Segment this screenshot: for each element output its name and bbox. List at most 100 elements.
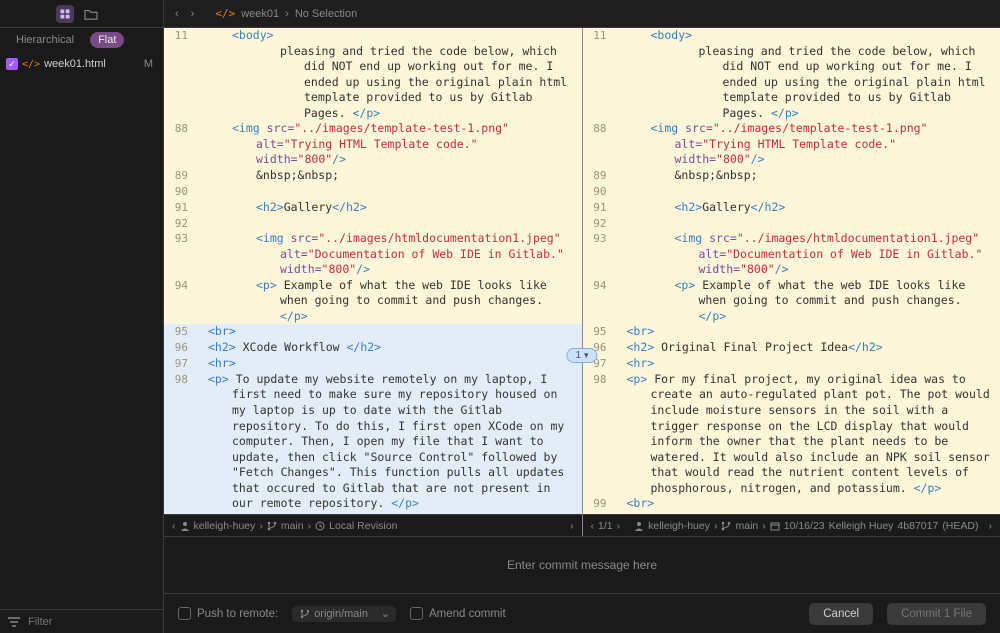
chevron-down-icon: ▾ [584,350,589,361]
code-line: 98<p> For my final project, my original … [583,372,1000,496]
code-left[interactable]: 11<body>pleasing and tried the code belo… [164,28,582,514]
branch-icon [267,521,277,531]
line-number: 89 [583,168,615,184]
push-to-remote-label: Push to remote: [197,608,278,620]
nav-next-icon[interactable]: › [570,520,574,532]
line-number: 96 [164,340,196,356]
line-number: 90 [583,184,615,200]
code-line: 91<h2>Gallery</h2> [164,200,582,216]
push-to-remote-checkbox[interactable]: Push to remote: [178,607,278,620]
nav-next-icon[interactable]: › [617,520,621,532]
code-line: 89&nbsp;&nbsp; [583,168,1000,184]
line-number [164,44,196,122]
code-line: 99<br> [583,496,1000,512]
code-line: 93<img src="../images/htmldocumentation1… [583,231,1000,278]
sidebar-toolbar [0,0,163,28]
filter-icon[interactable] [8,617,20,627]
file-checkbox[interactable]: ✓ [6,58,18,70]
person-icon [180,521,190,531]
code-line: 92 [583,216,1000,232]
footer-hash: 4b87017 [897,520,938,532]
code-right[interactable]: 11<body>pleasing and tried the code belo… [583,28,1000,514]
sidebar: Hierarchical Flat ✓ </> week01.html M [0,0,164,633]
nav-prev-icon[interactable]: ‹ [591,520,595,532]
code-line: 90 [583,184,1000,200]
tab-hierarchical[interactable]: Hierarchical [8,32,82,48]
footer-user: kelleigh-huey [194,520,256,532]
nav-forward-icon[interactable]: › [188,8,198,20]
commit-toolbar: Push to remote: origin/main ⌄ Amend comm… [164,593,1000,633]
code-line: 94<p> Example of what the web IDE looks … [164,278,582,325]
code-line: 98<p> To update my website remotely on m… [164,372,582,512]
line-number: 98 [583,372,615,496]
line-number: 89 [164,168,196,184]
remote-select[interactable]: origin/main ⌄ [292,606,396,622]
line-number: 92 [583,216,615,232]
code-line: 88<img src="../images/template-test-1.pn… [583,121,1000,168]
diff-view: 1▾ 11<body>pleasing and tried the code b… [164,28,1000,536]
folder-icon[interactable] [82,5,100,23]
footer-author: Kelleigh Huey [829,520,894,532]
html-file-icon: </> [22,59,40,70]
breadcrumb-file[interactable]: week01 [241,8,279,20]
line-number: 95 [164,324,196,340]
code-line: 88<img src="../images/template-test-1.pn… [164,121,582,168]
diff-hunk-badge[interactable]: 1▾ [566,348,597,363]
chevron-updown-icon: ⌄ [381,607,390,620]
line-number: 98 [164,372,196,512]
left-footer: ‹ kelleigh-huey › main › Local Revision … [164,514,582,536]
footer-user: kelleigh-huey [648,520,710,532]
line-number: 90 [164,184,196,200]
commit-area: Enter commit message here Push to remote… [164,536,1000,633]
line-number: 94 [583,278,615,325]
commit-button[interactable]: Commit 1 File [887,603,986,625]
branch-icon [721,521,731,531]
file-row[interactable]: ✓ </> week01.html M [0,56,163,72]
clock-icon [315,521,325,531]
code-line: 97<hr> [164,356,582,372]
code-line: 94<p> Example of what the web IDE looks … [583,278,1000,325]
line-number: 94 [164,278,196,325]
diff-pane-left: 11<body>pleasing and tried the code belo… [164,28,582,536]
code-line: 11<body> [583,28,1000,44]
code-line: 11<body> [164,28,582,44]
code-line: pleasing and tried the code below, which… [164,44,582,122]
code-line: 91<h2>Gallery</h2> [583,200,1000,216]
source-control-icon[interactable] [56,5,74,23]
editor-area: ‹ › </> week01 › No Selection 1▾ 11<body… [164,0,1000,633]
commit-message-input[interactable]: Enter commit message here [164,537,1000,593]
code-line: 90 [164,184,582,200]
line-number: 88 [164,121,196,168]
code-line: 95<br> [164,324,582,340]
person-icon [634,521,644,531]
footer-branch: main [735,520,758,532]
breadcrumb-selection: No Selection [295,8,357,20]
amend-commit-checkbox[interactable]: Amend commit [410,607,506,620]
line-number: 93 [583,231,615,278]
right-footer: ‹ 1/1 › kelleigh-huey › main › 10/16/23 [583,514,1000,536]
filter-row [0,609,163,633]
code-line: 92 [164,216,582,232]
line-number: 99 [583,496,615,512]
footer-revision-label: Local Revision [329,520,397,532]
remote-name: origin/main [314,608,368,620]
code-line: 97<hr> [583,356,1000,372]
nav-next-icon[interactable]: › [989,520,993,532]
sidebar-view-tabs: Hierarchical Flat [0,28,163,52]
code-line: 95<br> [583,324,1000,340]
nav-prev-icon[interactable]: ‹ [172,520,176,532]
nav-back-icon[interactable]: ‹ [172,8,182,20]
line-number: 88 [583,121,615,168]
line-number: 97 [164,356,196,372]
code-line: 89&nbsp;&nbsp; [164,168,582,184]
branch-icon [300,609,310,619]
tab-flat[interactable]: Flat [90,32,124,48]
filter-input[interactable] [26,615,155,629]
footer-date: 10/16/23 [784,520,825,532]
code-line: 93<img src="../images/htmldocumentation1… [164,231,582,278]
html-file-icon: </> [215,7,235,20]
cancel-button[interactable]: Cancel [809,603,873,625]
code-line: 96<h2> XCode Workflow </h2> [164,340,582,356]
line-number: 11 [583,28,615,44]
line-number: 91 [164,200,196,216]
